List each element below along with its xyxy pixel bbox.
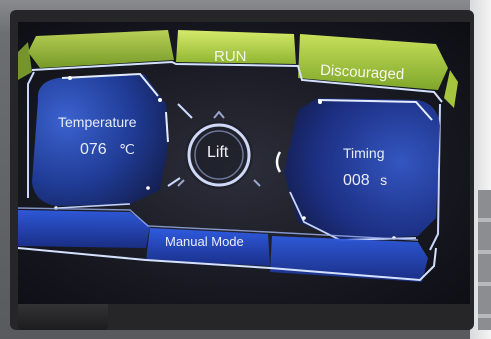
timing-readout: 008 s — [343, 172, 387, 190]
timing-panel-shape — [284, 98, 440, 240]
temperature-panel-shape — [32, 74, 168, 206]
lift-button[interactable] — [185, 121, 253, 189]
temperature-unit: ℃ — [119, 141, 135, 157]
run-button[interactable] — [178, 32, 294, 64]
temperature-readout: 076 ℃ — [80, 141, 135, 159]
manual-mode-button[interactable] — [148, 228, 270, 264]
hmi-screen: RUN Discouraged Temperature 076 ℃ Timing… — [18, 22, 470, 304]
temperature-label: Temperature — [58, 114, 137, 130]
timing-unit: s — [380, 172, 388, 188]
enclosure-tabs — [478, 190, 491, 330]
timing-label: Timing — [343, 145, 385, 161]
timing-value: 008 — [343, 172, 370, 189]
bottom-bar-left — [18, 210, 150, 248]
status-button[interactable] — [302, 38, 440, 86]
temperature-value: 076 — [80, 141, 107, 158]
